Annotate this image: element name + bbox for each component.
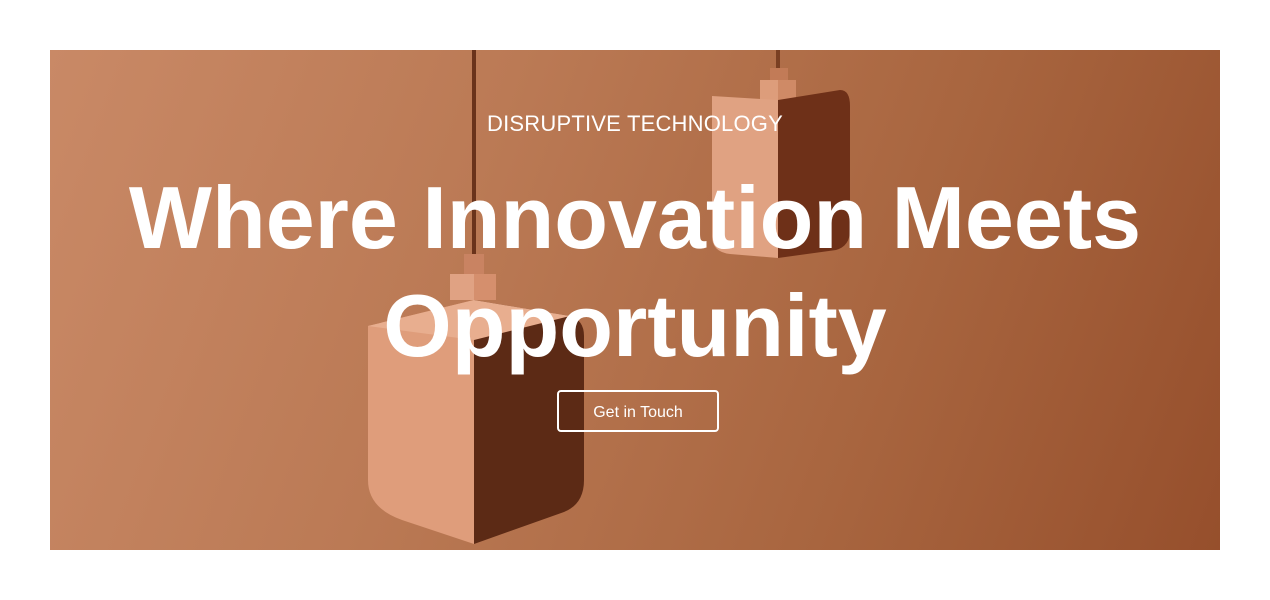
get-in-touch-button[interactable]: Get in Touch <box>557 390 719 432</box>
page: DISRUPTIVE TECHNOLOGY Where Innovation M… <box>0 0 1270 600</box>
hero-content: DISRUPTIVE TECHNOLOGY Where Innovation M… <box>50 50 1220 550</box>
hero-eyebrow: DISRUPTIVE TECHNOLOGY <box>487 111 783 136</box>
hero-banner: DISRUPTIVE TECHNOLOGY Where Innovation M… <box>50 50 1220 550</box>
hero-headline: Where Innovation Meets Opportunity <box>128 168 1142 375</box>
